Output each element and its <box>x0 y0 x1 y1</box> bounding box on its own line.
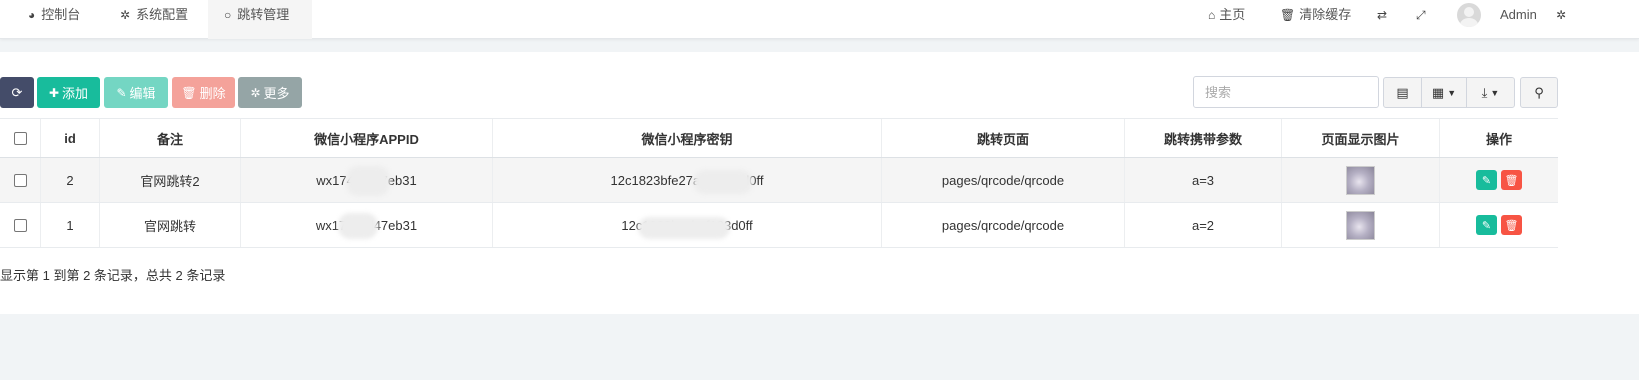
translate-icon: ⇄ <box>1377 8 1388 22</box>
cell-secret: 12c1823b···bef103d0ff <box>493 203 882 247</box>
home-icon: ⌂ <box>1208 8 1216 22</box>
redaction-mask <box>346 166 390 196</box>
cell-operations: ✎ 🗑 <box>1440 158 1558 202</box>
edit-label: 编辑 <box>129 86 156 101</box>
table-row[interactable]: 2 官网跳转2 wx174c···47eb31 12c1823bfe27a0··… <box>0 158 1558 203</box>
home-link[interactable]: ⌂ 主页 <box>1208 0 1245 30</box>
user-menu[interactable]: Admin <box>1457 0 1537 30</box>
caret-down-icon: ▼ <box>1447 87 1457 98</box>
circle-icon: ○ <box>224 8 232 22</box>
gear-icon: ✲ <box>120 8 131 22</box>
plus-icon: ✚ <box>48 85 60 100</box>
header-page[interactable]: 跳转页面 <box>882 119 1125 157</box>
table-tools: ▤ ▦ ▼ ⤓ ▼ <box>1383 77 1515 108</box>
pagination-info: 显示第 1 到第 2 条记录，总共 2 条记录 <box>0 268 226 283</box>
row-checkbox[interactable] <box>13 218 27 232</box>
clear-cache-label: 清除缓存 <box>1299 7 1352 22</box>
row-delete-button[interactable]: 🗑 <box>1501 215 1522 235</box>
dashboard-icon: ◕ <box>28 8 36 22</box>
cell-id: 1 <box>41 203 100 247</box>
edit-button[interactable]: ✎ 编辑 <box>104 77 168 108</box>
cell-param: a=3 <box>1125 158 1282 202</box>
cell-image <box>1282 203 1440 247</box>
table-row[interactable]: 1 官网跳转 wx174···d47eb31 12c1823b···bef103… <box>0 203 1558 248</box>
tab-label: 跳转管理 <box>237 7 290 22</box>
delete-label: 删除 <box>199 86 226 101</box>
cell-operations: ✎ 🗑 <box>1440 203 1558 247</box>
toggle-view-button[interactable]: ▤ <box>1384 78 1422 107</box>
redaction-mask <box>693 170 753 194</box>
trash-icon: 🗑 <box>1504 174 1519 187</box>
fullscreen-button[interactable]: ⤢ <box>1416 0 1430 30</box>
tab-redirect-management[interactable]: ○ 跳转管理 <box>208 0 312 39</box>
gear-icon: ✲ <box>250 85 261 100</box>
cell-page: pages/qrcode/qrcode <box>882 158 1125 202</box>
user-name: Admin <box>1500 7 1537 22</box>
row-edit-button[interactable]: ✎ <box>1476 170 1497 190</box>
settings-button[interactable]: ✲ <box>1556 0 1570 30</box>
tab-label: 控制台 <box>41 7 81 22</box>
row-delete-button[interactable]: 🗑 <box>1501 170 1522 190</box>
translate-button[interactable]: ⇄ <box>1377 0 1391 30</box>
search-toggle-button[interactable]: ⚲ <box>1520 77 1558 108</box>
tab-system-config[interactable]: ✲ 系统配置 <box>120 0 204 39</box>
cell-id: 2 <box>41 158 100 202</box>
add-label: 添加 <box>62 86 89 101</box>
top-navbar: ◕ 控制台 ✲ 系统配置 ○ 跳转管理 ⌂ 主页 🗑 清除缓存 ⇄ ⤢ Admi… <box>0 0 1639 39</box>
select-all-checkbox[interactable] <box>13 131 27 145</box>
cell-note: 官网跳转 <box>100 203 241 247</box>
search-icon: ⚲ <box>1534 84 1544 100</box>
export-dropdown[interactable]: ⤓ ▼ <box>1467 78 1514 107</box>
header-appid[interactable]: 微信小程序APPID <box>241 119 493 157</box>
redaction-mask <box>338 213 378 239</box>
fullscreen-icon: ⤢ <box>1416 8 1426 22</box>
table-header: id 备注 微信小程序APPID 微信小程序密钥 跳转页面 跳转携带参数 页面显… <box>0 118 1558 158</box>
more-label: 更多 <box>263 86 290 101</box>
header-operations: 操作 <box>1485 131 1512 147</box>
list-icon: ▤ <box>1396 84 1409 100</box>
cell-page: pages/qrcode/qrcode <box>882 203 1125 247</box>
pencil-icon: ✎ <box>1481 219 1492 232</box>
cell-secret: 12c1823bfe27a0···103d0ff <box>493 158 882 202</box>
header-note[interactable]: 备注 <box>100 119 241 157</box>
thumbnail-image[interactable] <box>1346 210 1375 240</box>
header-param[interactable]: 跳转携带参数 <box>1125 119 1282 157</box>
select-all-cell <box>0 119 41 157</box>
tab-label: 系统配置 <box>136 7 189 22</box>
add-button[interactable]: ✚ 添加 <box>37 77 100 108</box>
row-checkbox[interactable] <box>13 173 27 187</box>
cell-appid: wx174c···47eb31 <box>241 158 493 202</box>
refresh-icon: ⟳ <box>11 84 23 100</box>
refresh-button[interactable]: ⟳ <box>0 77 34 108</box>
clear-cache-link[interactable]: 🗑 清除缓存 <box>1280 0 1351 30</box>
trash-icon: 🗑 <box>181 85 197 100</box>
caret-down-icon: ▼ <box>1490 87 1500 98</box>
cell-image <box>1282 158 1440 202</box>
home-label: 主页 <box>1219 7 1246 22</box>
row-edit-button[interactable]: ✎ <box>1476 215 1497 235</box>
row-select-cell <box>0 158 41 202</box>
cell-note: 官网跳转2 <box>100 158 241 202</box>
more-button[interactable]: ✲ 更多 <box>238 77 302 108</box>
export-icon: ⤓ <box>1481 84 1488 100</box>
redaction-mask <box>638 217 730 239</box>
cell-appid: wx174···d47eb31 <box>241 203 493 247</box>
row-select-cell <box>0 203 41 247</box>
header-image[interactable]: 页面显示图片 <box>1282 119 1440 157</box>
grid-icon: ▦ <box>1431 84 1445 100</box>
trash-icon: 🗑 <box>1504 219 1519 232</box>
pencil-icon: ✎ <box>116 85 127 100</box>
columns-dropdown[interactable]: ▦ ▼ <box>1422 78 1467 107</box>
avatar <box>1457 3 1481 27</box>
thumbnail-image[interactable] <box>1346 165 1375 195</box>
search-input[interactable] <box>1193 76 1379 108</box>
tab-dashboard[interactable]: ◕ 控制台 <box>28 0 108 39</box>
pencil-icon: ✎ <box>1481 174 1492 187</box>
header-id[interactable]: id <box>41 119 100 157</box>
trash-icon: 🗑 <box>1280 8 1296 22</box>
header-secret[interactable]: 微信小程序密钥 <box>493 119 882 157</box>
cell-param: a=2 <box>1125 203 1282 247</box>
delete-button[interactable]: 🗑 删除 <box>172 77 235 108</box>
gear-icon: ✲ <box>1556 8 1567 22</box>
